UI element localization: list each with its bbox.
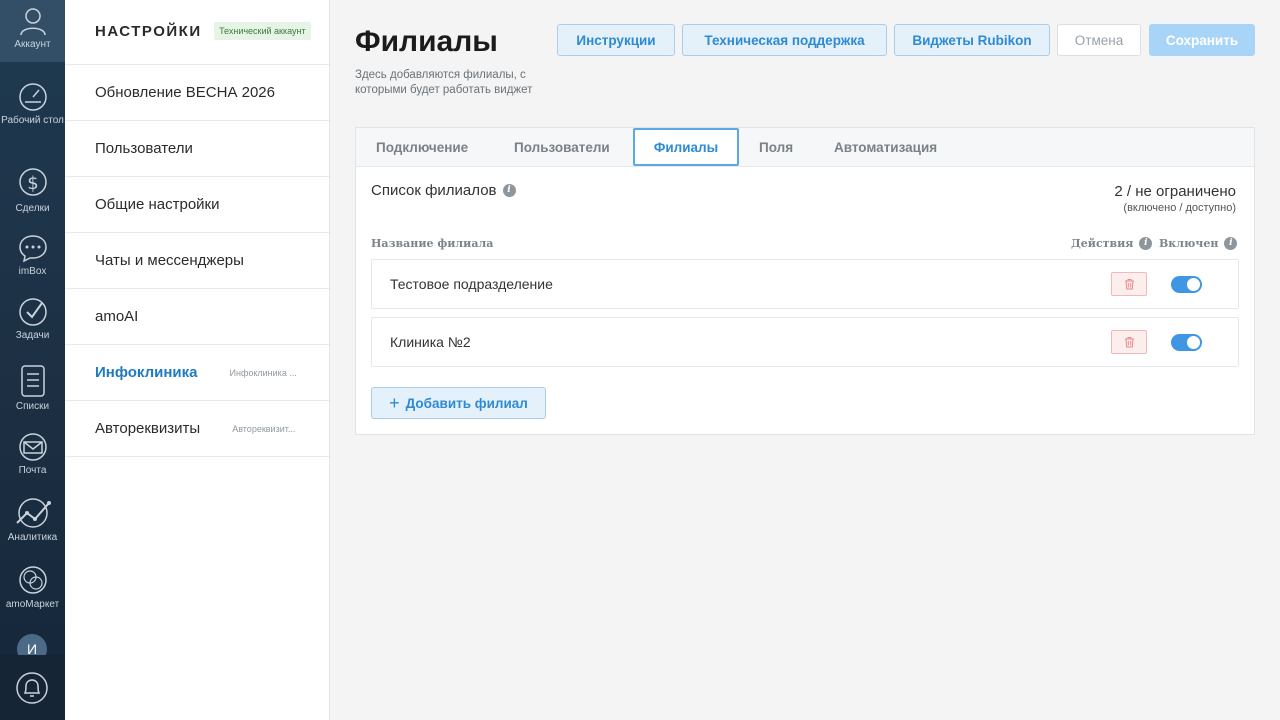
rail-item-label: Аккаунт bbox=[14, 39, 51, 50]
page-title: Филиалы bbox=[355, 25, 498, 58]
rail-item-lists[interactable]: Списки bbox=[0, 362, 65, 413]
list-icon bbox=[20, 365, 45, 397]
branch-name: Клиника №2 bbox=[390, 334, 471, 350]
column-header-enabled-text: Включен bbox=[1159, 237, 1219, 250]
sidebar-item-label: Чаты и мессенджеры bbox=[95, 252, 244, 269]
market-icon bbox=[18, 566, 47, 594]
user-icon bbox=[19, 8, 46, 36]
support-button[interactable]: Техническая поддержка bbox=[682, 24, 887, 56]
branch-enabled-toggle[interactable] bbox=[1171, 276, 1202, 293]
branch-name: Тестовое подразделение bbox=[390, 276, 553, 292]
rail-item-mail[interactable]: Почта bbox=[0, 432, 65, 477]
rail-item-imbox[interactable]: imBox bbox=[0, 233, 65, 278]
mail-icon bbox=[18, 433, 47, 461]
rail-item-label: Задачи bbox=[15, 330, 50, 341]
sidebar-item-users[interactable]: Пользователи bbox=[65, 121, 329, 177]
rail-item-label: Почта bbox=[18, 465, 47, 476]
rail-item-analytics[interactable]: Аналитика bbox=[0, 497, 65, 544]
branches-list-title: Список филиалов i bbox=[371, 182, 516, 199]
rail-item-label: Сделки bbox=[15, 203, 50, 214]
chat-icon bbox=[18, 235, 47, 263]
rail-item-label: Аналитика bbox=[7, 532, 58, 543]
svg-text:$: $ bbox=[27, 173, 38, 194]
tab-bar: Подключение Пользователи Филиалы Поля Ав… bbox=[356, 128, 1254, 167]
analytics-icon bbox=[15, 498, 51, 528]
sidebar-item-infoclinic[interactable]: Инфоклиника Инфоклиника ... bbox=[65, 345, 329, 401]
delete-branch-button[interactable] bbox=[1111, 330, 1147, 354]
sidebar-item-label: Обновление ВЕСНА 2026 bbox=[95, 84, 275, 101]
column-header-actions: Действия i bbox=[1071, 237, 1153, 250]
left-navigation-rail: Аккаунт Рабочий стол $ Сделки imBox Зада… bbox=[0, 0, 65, 720]
sidebar-header: НАСТРОЙКИ Технический аккаунт bbox=[65, 0, 329, 65]
column-header-enabled: Включен i bbox=[1159, 237, 1238, 250]
branch-count: 2 / не ограничено (включено / доступно) bbox=[1114, 183, 1236, 214]
column-header-name: Название филиала bbox=[371, 237, 493, 250]
rail-item-label: Списки bbox=[15, 401, 50, 412]
check-icon bbox=[18, 298, 47, 326]
rail-item-tasks[interactable]: Задачи bbox=[0, 297, 65, 342]
rail-item-deals[interactable]: $ Сделки bbox=[0, 162, 65, 215]
rail-item-account[interactable]: Аккаунт bbox=[0, 0, 65, 62]
branch-count-caption: (включено / доступно) bbox=[1123, 202, 1236, 214]
trash-icon bbox=[1124, 337, 1134, 348]
rail-item-label: amoМаркет bbox=[5, 599, 60, 610]
info-icon[interactable]: i bbox=[1139, 237, 1153, 250]
tab-users[interactable]: Пользователи bbox=[514, 128, 610, 166]
trash-icon bbox=[1124, 279, 1134, 290]
column-header-actions-text: Действия bbox=[1071, 237, 1134, 250]
account-type-badge: Технический аккаунт bbox=[214, 22, 311, 40]
sidebar-item-label: Инфоклиника bbox=[95, 364, 198, 381]
dollar-icon: $ bbox=[18, 168, 47, 196]
tab-automation[interactable]: Автоматизация bbox=[834, 128, 937, 166]
save-button[interactable]: Сохранить bbox=[1149, 24, 1255, 56]
tab-connection[interactable]: Подключение bbox=[376, 128, 468, 166]
column-header-name-text: Название филиала bbox=[371, 237, 494, 250]
dashboard-icon bbox=[18, 83, 47, 111]
table-row: Клиника №2 bbox=[371, 317, 1239, 367]
settings-sidebar: НАСТРОЙКИ Технический аккаунт Обновление… bbox=[65, 0, 330, 720]
sidebar-item-sublabel: Автореквизит... bbox=[232, 423, 296, 434]
rail-item-market[interactable]: amoМаркет bbox=[0, 564, 65, 611]
widgets-button[interactable]: Виджеты Rubikon bbox=[894, 24, 1050, 56]
branch-enabled-toggle[interactable] bbox=[1171, 334, 1202, 351]
bell-icon bbox=[16, 672, 48, 704]
sidebar-item-general-settings[interactable]: Общие настройки bbox=[65, 177, 329, 233]
page-description: Здесь добавляются филиалы, с которыми бу… bbox=[355, 69, 533, 96]
rail-item-label: imBox bbox=[18, 266, 47, 277]
sidebar-item-label: Пользователи bbox=[95, 140, 193, 157]
cancel-button[interactable]: Отмена bbox=[1057, 24, 1141, 56]
add-branch-label: Добавить филиал bbox=[405, 395, 528, 411]
sidebar-item-chats[interactable]: Чаты и мессенджеры bbox=[65, 233, 329, 289]
sidebar-item-label: Общие настройки bbox=[95, 196, 220, 213]
sidebar-title: НАСТРОЙКИ bbox=[95, 22, 202, 40]
table-row: Тестовое подразделение bbox=[371, 259, 1239, 309]
branches-list-title-text: Список филиалов bbox=[371, 182, 497, 199]
branch-count-value: 2 / не ограничено bbox=[1114, 183, 1236, 200]
sidebar-item-label: Автореквизиты bbox=[95, 420, 201, 437]
instructions-button[interactable]: Инструкции bbox=[557, 24, 675, 56]
rail-item-dashboard[interactable]: Рабочий стол bbox=[0, 82, 65, 127]
plus-icon: + bbox=[389, 393, 400, 413]
rail-item-label: Рабочий стол bbox=[1, 115, 64, 126]
info-icon[interactable]: i bbox=[502, 184, 516, 197]
add-branch-button[interactable]: + Добавить филиал bbox=[371, 387, 546, 419]
sidebar-item-sublabel: Инфоклиника ... bbox=[229, 367, 297, 378]
tab-branches[interactable]: Филиалы bbox=[633, 128, 739, 166]
branches-card: Подключение Пользователи Филиалы Поля Ав… bbox=[355, 127, 1255, 435]
sidebar-item-amoai[interactable]: amoAI bbox=[65, 289, 329, 345]
tab-fields[interactable]: Поля bbox=[759, 128, 793, 166]
delete-branch-button[interactable] bbox=[1111, 272, 1147, 296]
info-icon[interactable]: i bbox=[1224, 237, 1238, 250]
sidebar-item-label: amoAI bbox=[95, 308, 139, 325]
sidebar-item-spring-update[interactable]: Обновление ВЕСНА 2026 bbox=[65, 65, 329, 121]
sidebar-item-autorequisites[interactable]: Автореквизиты Автореквизит... bbox=[65, 401, 329, 457]
main-content: Филиалы Здесь добавляются филиалы, с кот… bbox=[330, 0, 1280, 720]
notifications-button[interactable] bbox=[0, 655, 65, 720]
